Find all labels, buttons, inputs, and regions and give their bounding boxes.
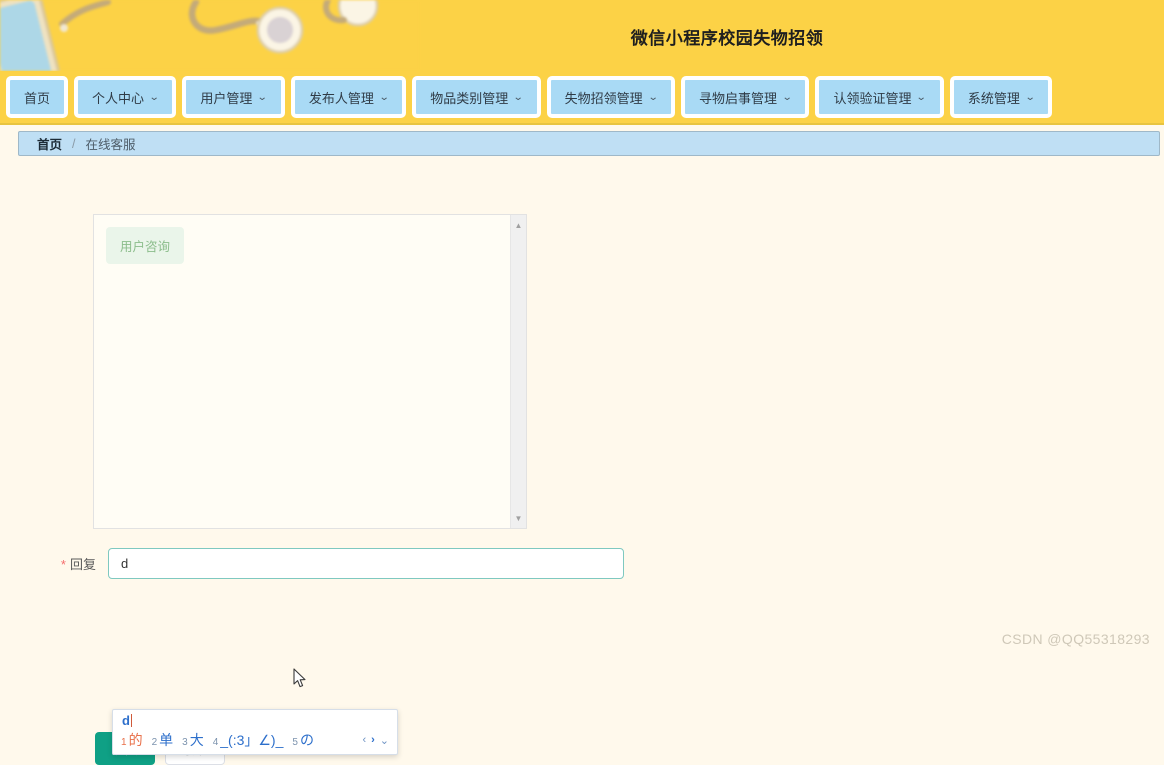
scroll-up-arrow-icon[interactable]: ▲: [511, 217, 526, 233]
nav-item-label: 系统管理: [967, 90, 1020, 106]
ime-expand-icon[interactable]: ⌄: [380, 734, 389, 747]
ime-candidate-5[interactable]: 5 の: [292, 730, 314, 750]
ime-candidate-index: 4: [212, 737, 219, 748]
mouse-cursor: [293, 668, 306, 688]
text-caret: [130, 714, 132, 727]
chevron-down-icon: ⌄: [647, 91, 659, 103]
breadcrumb-current-page: 在线客服: [85, 138, 136, 152]
nav-item-user-management[interactable]: 用户管理 ⌄: [182, 76, 285, 118]
ime-candidate-2[interactable]: 2 单: [152, 730, 174, 750]
ime-candidate-popup[interactable]: d 1 的 2 单 3 大 4 _(:3」∠)_ 5 の ‹ › ⌄: [112, 709, 398, 755]
ime-candidate-index: 5: [292, 737, 298, 748]
nav-item-label: 物品类别管理: [430, 90, 509, 106]
chevron-down-icon: ⌄: [378, 91, 390, 103]
chat-history-panel: 用户咨询 ▲ ▼: [93, 214, 527, 529]
main-navigation: 首页 个人中心 ⌄ 用户管理 ⌄ 发布人管理 ⌄ 物品类别管理 ⌄ 失物招领管理…: [0, 71, 1164, 125]
required-asterisk: *: [60, 557, 66, 572]
breadcrumb-wrapper: 首页 / 在线客服: [0, 125, 1164, 156]
nav-item-personal-center[interactable]: 个人中心 ⌄: [74, 76, 177, 118]
nav-item-claim-verification-management[interactable]: 认领验证管理 ⌄: [815, 76, 944, 118]
chevron-down-icon: ⌄: [512, 91, 524, 103]
page-title: 微信小程序校园失物招领: [630, 29, 824, 48]
chevron-down-icon: ⌄: [148, 91, 160, 103]
ime-composition-text: d: [113, 710, 397, 729]
nav-item-home[interactable]: 首页: [6, 76, 69, 118]
scroll-down-arrow-icon[interactable]: ▼: [511, 510, 526, 526]
nav-item-publisher-management[interactable]: 发布人管理 ⌄: [290, 76, 407, 118]
ime-candidate-list: 1 的 2 单 3 大 4 _(:3」∠)_ 5 の ‹ › ⌄: [113, 729, 397, 754]
reply-label-text: 回复: [69, 557, 96, 572]
nav-item-label: 首页: [24, 90, 51, 106]
nav-item-label: 个人中心: [92, 90, 145, 106]
chevron-down-icon: ⌄: [916, 91, 928, 103]
chevron-down-icon: ⌄: [1024, 91, 1036, 103]
breadcrumb: 首页 / 在线客服: [18, 131, 1160, 156]
ime-page-navigation: ‹ › ⌄: [362, 734, 391, 747]
main-content: 用户咨询 ▲ ▼ *回复 提交 取消 d 1 的 2 单: [0, 156, 1164, 765]
ime-candidate-3[interactable]: 3 大: [182, 730, 204, 750]
watermark: CSDN @QQ55318293: [1001, 631, 1150, 647]
ime-next-page-icon[interactable]: ›: [371, 734, 375, 746]
ime-candidate-text: 大: [189, 732, 204, 748]
nav-item-label: 认领验证管理: [833, 90, 912, 106]
page-banner: 微信小程序校园失物招领: [0, 0, 1164, 71]
reply-field-label: * 回复: [0, 554, 108, 573]
ime-candidate-text: の: [299, 732, 314, 748]
chevron-down-icon: ⌄: [781, 91, 793, 103]
ime-candidate-text: _(:3」∠)_: [220, 732, 284, 748]
ime-prev-page-icon[interactable]: ‹: [362, 734, 366, 746]
nav-item-lost-notice-management[interactable]: 寻物启事管理 ⌄: [681, 76, 810, 118]
chat-message-list: 用户咨询: [94, 215, 510, 528]
reply-input[interactable]: [108, 548, 624, 579]
ime-candidate-index: 1: [121, 737, 127, 748]
nav-item-lost-and-found-management[interactable]: 失物招领管理 ⌄: [546, 76, 676, 118]
nav-item-label: 寻物启事管理: [699, 90, 778, 106]
ime-candidate-text: 的: [128, 732, 143, 748]
ime-composition-value: d: [122, 713, 130, 728]
nav-item-label: 发布人管理: [308, 90, 374, 106]
reply-form-row: * 回复: [0, 548, 624, 579]
ime-candidate-text: 单: [159, 732, 174, 748]
chat-message-bubble: 用户咨询: [106, 227, 185, 264]
nav-item-system-management[interactable]: 系统管理 ⌄: [949, 76, 1053, 118]
breadcrumb-home-link[interactable]: 首页: [37, 134, 62, 153]
ime-candidate-4[interactable]: 4 _(:3」∠)_: [213, 730, 284, 750]
breadcrumb-separator: /: [72, 136, 76, 151]
chat-scrollbar[interactable]: ▲ ▼: [510, 215, 526, 528]
nav-item-label: 用户管理: [200, 90, 253, 106]
nav-item-item-category-management[interactable]: 物品类别管理 ⌄: [412, 76, 541, 118]
ime-candidate-index: 3: [182, 737, 188, 748]
ime-candidate-index: 2: [151, 737, 158, 748]
nav-item-label: 失物招领管理: [564, 90, 643, 106]
chevron-down-icon: ⌄: [257, 91, 269, 103]
ime-candidate-1[interactable]: 1 的: [121, 730, 143, 750]
